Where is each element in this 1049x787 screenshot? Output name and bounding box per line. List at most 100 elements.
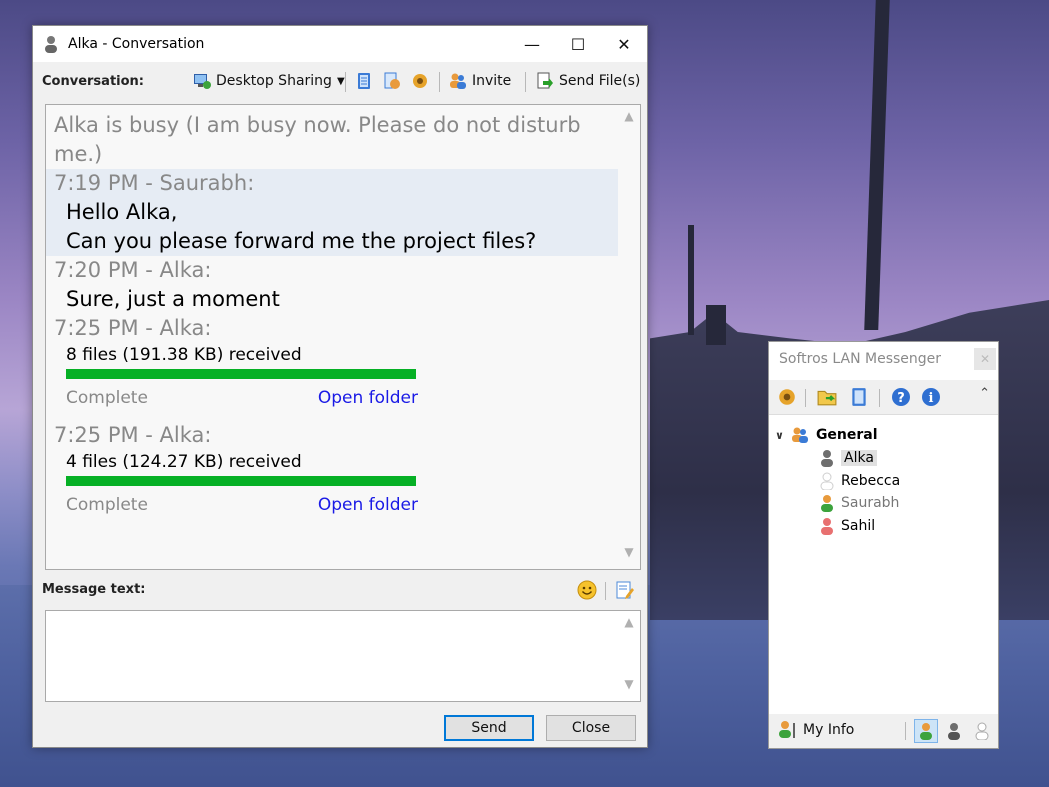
history-icon[interactable] bbox=[355, 72, 373, 90]
file-transfer-item: 7:25 PM - Alka: bbox=[46, 421, 618, 450]
svg-text:i: i bbox=[929, 391, 934, 406]
message-line: Hello Alka, bbox=[66, 200, 178, 224]
scroll-down-icon[interactable]: ▼ bbox=[618, 677, 640, 697]
input-scrollbar[interactable]: ▲ ▼ bbox=[618, 611, 640, 701]
collapse-toolbar-icon[interactable]: ⌃ bbox=[979, 386, 990, 401]
contact-name: Rebecca bbox=[841, 473, 901, 489]
message-item: 7:19 PM - Saurabh: Hello Alka, Can you p… bbox=[46, 169, 618, 256]
my-info-button[interactable]: My Info bbox=[777, 720, 854, 740]
settings-gear-icon[interactable] bbox=[411, 72, 429, 90]
user-busy-icon bbox=[948, 723, 960, 740]
contact-name: Sahil bbox=[841, 518, 876, 534]
user-icon bbox=[45, 36, 57, 53]
desktop-mast-main bbox=[864, 0, 890, 330]
transfer-progress-bar bbox=[66, 476, 416, 486]
file-transfer-details: 4 files (124.27 KB) received Complete Op… bbox=[46, 450, 618, 520]
settings-gear-icon[interactable] bbox=[777, 387, 797, 407]
scroll-up-icon[interactable]: ▲ bbox=[618, 615, 640, 635]
transfer-status: Complete bbox=[66, 495, 148, 515]
contact-sahil[interactable]: Sahil bbox=[819, 517, 875, 535]
send-button[interactable]: Send bbox=[444, 715, 534, 741]
status-offline-button[interactable] bbox=[970, 719, 994, 743]
messenger-footer: My Info bbox=[769, 714, 998, 748]
user-status-icon bbox=[821, 450, 833, 467]
file-transfer-summary: 8 files (191.38 KB) received bbox=[66, 345, 302, 365]
desktop-sharing-button[interactable]: Desktop Sharing ▼ bbox=[193, 70, 345, 92]
send-files-button[interactable]: Send File(s) bbox=[536, 70, 640, 92]
close-window-button[interactable]: ✕ bbox=[601, 26, 647, 62]
message-text-label: Message text: bbox=[42, 582, 146, 597]
status-available-button[interactable] bbox=[914, 719, 938, 743]
group-users-icon bbox=[791, 427, 808, 443]
message-header: 7:20 PM - Alka: bbox=[54, 258, 212, 282]
desktop-sharing-label: Desktop Sharing bbox=[216, 73, 332, 89]
busy-status-text: Alka is busy (I am busy now. Please do n… bbox=[54, 113, 581, 166]
open-folder-link[interactable]: Open folder bbox=[318, 490, 418, 520]
text-format-icon[interactable] bbox=[615, 580, 635, 600]
group-general[interactable]: ∨ General bbox=[775, 426, 878, 444]
open-folder-link[interactable]: Open folder bbox=[318, 383, 418, 413]
svg-text:?: ? bbox=[897, 391, 905, 406]
close-icon[interactable]: ✕ bbox=[974, 348, 996, 370]
user-status-icon bbox=[820, 472, 834, 490]
transfer-progress-bar bbox=[66, 369, 416, 379]
conversation-log[interactable]: Alka is busy (I am busy now. Please do n… bbox=[45, 104, 641, 570]
message-input[interactable]: ▲ ▼ bbox=[45, 610, 641, 702]
transfer-status: Complete bbox=[66, 388, 148, 408]
history-icon[interactable] bbox=[849, 387, 869, 407]
chevron-down-icon[interactable]: ∨ bbox=[775, 429, 784, 442]
transfer-progress-fill bbox=[66, 476, 416, 486]
message-header: 7:19 PM - Saurabh: bbox=[54, 171, 255, 195]
message-header: 7:25 PM - Alka: bbox=[54, 423, 212, 447]
toolbar-divider bbox=[345, 72, 346, 92]
scroll-down-icon[interactable]: ▼ bbox=[618, 545, 640, 565]
contact-info-icon[interactable] bbox=[383, 72, 401, 90]
invite-label: Invite bbox=[472, 73, 512, 89]
toolbar-divider bbox=[879, 389, 880, 407]
conversation-window: Alka - Conversation — ☐ ✕ Conversation: … bbox=[32, 25, 648, 748]
conversation-toolbar: Conversation: Desktop Sharing ▼ Invite S… bbox=[33, 62, 647, 100]
message-item: 7:20 PM - Alka: Sure, just a moment bbox=[46, 256, 618, 314]
desktop-chimney bbox=[706, 305, 726, 345]
folder-icon[interactable] bbox=[817, 387, 837, 407]
my-info-label: My Info bbox=[803, 722, 855, 738]
toolbar-divider bbox=[525, 72, 526, 92]
close-button[interactable]: Close bbox=[546, 715, 636, 741]
toolbar-divider bbox=[605, 582, 606, 600]
invite-users-icon bbox=[450, 73, 466, 89]
chevron-down-icon: ▼ bbox=[336, 75, 345, 87]
messenger-toolbar: ? i ⌃ bbox=[769, 380, 998, 415]
contact-name: Alka bbox=[841, 450, 877, 466]
message-header: 7:25 PM - Alka: bbox=[54, 316, 212, 340]
conversation-content: Alka is busy (I am busy now. Please do n… bbox=[46, 105, 618, 520]
send-files-label: Send File(s) bbox=[559, 73, 641, 89]
conversation-scrollbar[interactable]: ▲ ▼ bbox=[618, 105, 640, 569]
title-bar: Alka - Conversation — ☐ ✕ bbox=[33, 26, 647, 62]
status-busy-button[interactable] bbox=[942, 719, 966, 743]
user-available-icon bbox=[920, 723, 932, 740]
file-transfer-summary: 4 files (124.27 KB) received bbox=[66, 452, 302, 472]
send-file-icon bbox=[537, 72, 553, 89]
transfer-progress-fill bbox=[66, 369, 416, 379]
help-icon[interactable]: ? bbox=[891, 387, 911, 407]
contact-rebecca[interactable]: Rebecca bbox=[819, 472, 900, 490]
minimize-button[interactable]: — bbox=[509, 26, 555, 62]
messenger-panel: Softros LAN Messenger ✕ ? i ⌃ ∨ General bbox=[768, 341, 999, 749]
maximize-button[interactable]: ☐ bbox=[555, 26, 601, 62]
contact-alka[interactable]: Alka bbox=[819, 449, 877, 467]
toolbar-divider bbox=[805, 389, 806, 407]
info-icon[interactable]: i bbox=[921, 387, 941, 407]
contact-saurabh[interactable]: Saurabh bbox=[819, 494, 899, 512]
invite-button[interactable]: Invite bbox=[449, 70, 511, 92]
group-name: General bbox=[815, 427, 878, 443]
desktop-sharing-icon bbox=[194, 74, 211, 89]
toolbar-divider bbox=[905, 722, 906, 740]
smiley-icon[interactable] bbox=[577, 580, 597, 600]
my-info-icon bbox=[779, 721, 795, 738]
user-status-icon bbox=[821, 518, 833, 535]
desktop-mast-rear bbox=[688, 225, 694, 335]
user-offline-icon bbox=[975, 722, 989, 740]
conversation-label: Conversation: bbox=[42, 74, 144, 89]
user-status-icon bbox=[821, 495, 833, 512]
scroll-up-icon[interactable]: ▲ bbox=[618, 109, 640, 129]
